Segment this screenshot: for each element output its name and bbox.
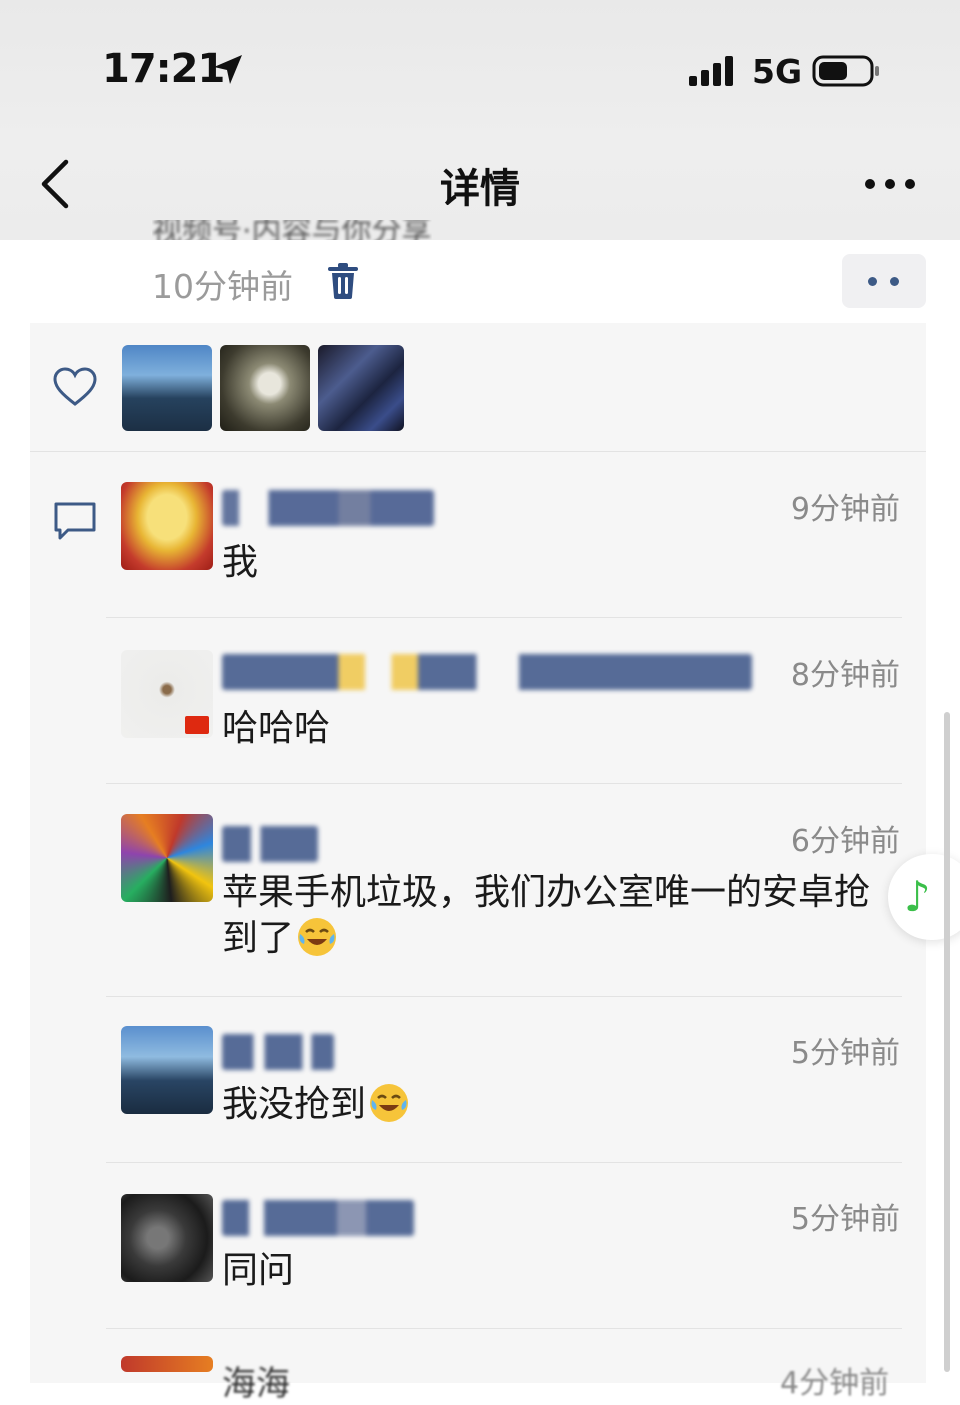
dot-icon [868,277,877,286]
comment-text: 苹果手机垃圾，我们办公室唯一的安卓抢到了 [222,870,878,962]
scrollbar[interactable] [944,712,950,1372]
divider [106,996,902,997]
liker-avatar[interactable] [122,345,212,431]
post-time: 10分钟前 [152,267,293,306]
liker-avatar[interactable] [220,345,310,431]
divider [106,1328,902,1329]
commenter-name[interactable] [222,654,752,690]
comment-time: 9分钟前 [790,492,900,527]
comment-time: 5分钟前 [790,1202,900,1237]
divider [106,1162,902,1163]
back-icon[interactable] [36,158,76,210]
network-label: 5G [752,52,803,91]
commenter-name[interactable] [222,1034,334,1070]
location-arrow-icon [214,55,242,84]
commenter-name-partial[interactable]: 海海 [222,1356,290,1405]
more-options-icon[interactable] [862,170,918,198]
laughing-crying-emoji-icon [298,918,337,956]
divider [106,617,902,618]
divider [106,783,902,784]
commenter-avatar[interactable] [121,1356,213,1372]
music-note-icon: ♪ [904,872,931,921]
commenter-name[interactable] [222,490,434,526]
comment-text: 我 [222,542,259,583]
comment-time: 8分钟前 [790,658,900,693]
dot-icon [890,277,899,286]
commenter-avatar[interactable] [121,482,213,570]
commenter-name[interactable] [222,1200,414,1236]
commenter-avatar[interactable] [121,1026,213,1114]
comment-text: 同问 [222,1250,295,1291]
commenter-avatar[interactable] [121,650,213,738]
post-text-cut-label: 视频号·内容与你分享 [152,220,432,240]
commenter-avatar[interactable] [121,814,213,902]
commenter-avatar[interactable] [121,1194,213,1282]
comment-text: 我没抢到 [222,1082,882,1128]
comment-time: 5分钟前 [790,1036,900,1071]
commenter-name[interactable] [222,826,318,862]
page-title: 详情 [440,166,520,212]
comment-icon [54,502,96,540]
heart-icon [53,367,97,406]
flag-icon [185,716,209,734]
comment-text: 哈哈哈 [222,708,331,749]
divider [30,451,926,452]
comment-time-partial: 4分钟前 [780,1366,890,1401]
comment-time: 6分钟前 [790,824,900,859]
like-comment-button[interactable] [842,254,926,308]
liker-avatar[interactable] [318,345,404,431]
signal-icon [689,56,733,86]
laughing-crying-emoji-icon [370,1084,409,1122]
trash-icon[interactable] [326,262,360,300]
battery-icon [812,55,879,87]
status-time: 17:21 [102,46,225,92]
post-text-cut: 视频号·内容与你分享 [152,220,432,240]
comment-text-body: 我没抢到 [222,1084,367,1125]
